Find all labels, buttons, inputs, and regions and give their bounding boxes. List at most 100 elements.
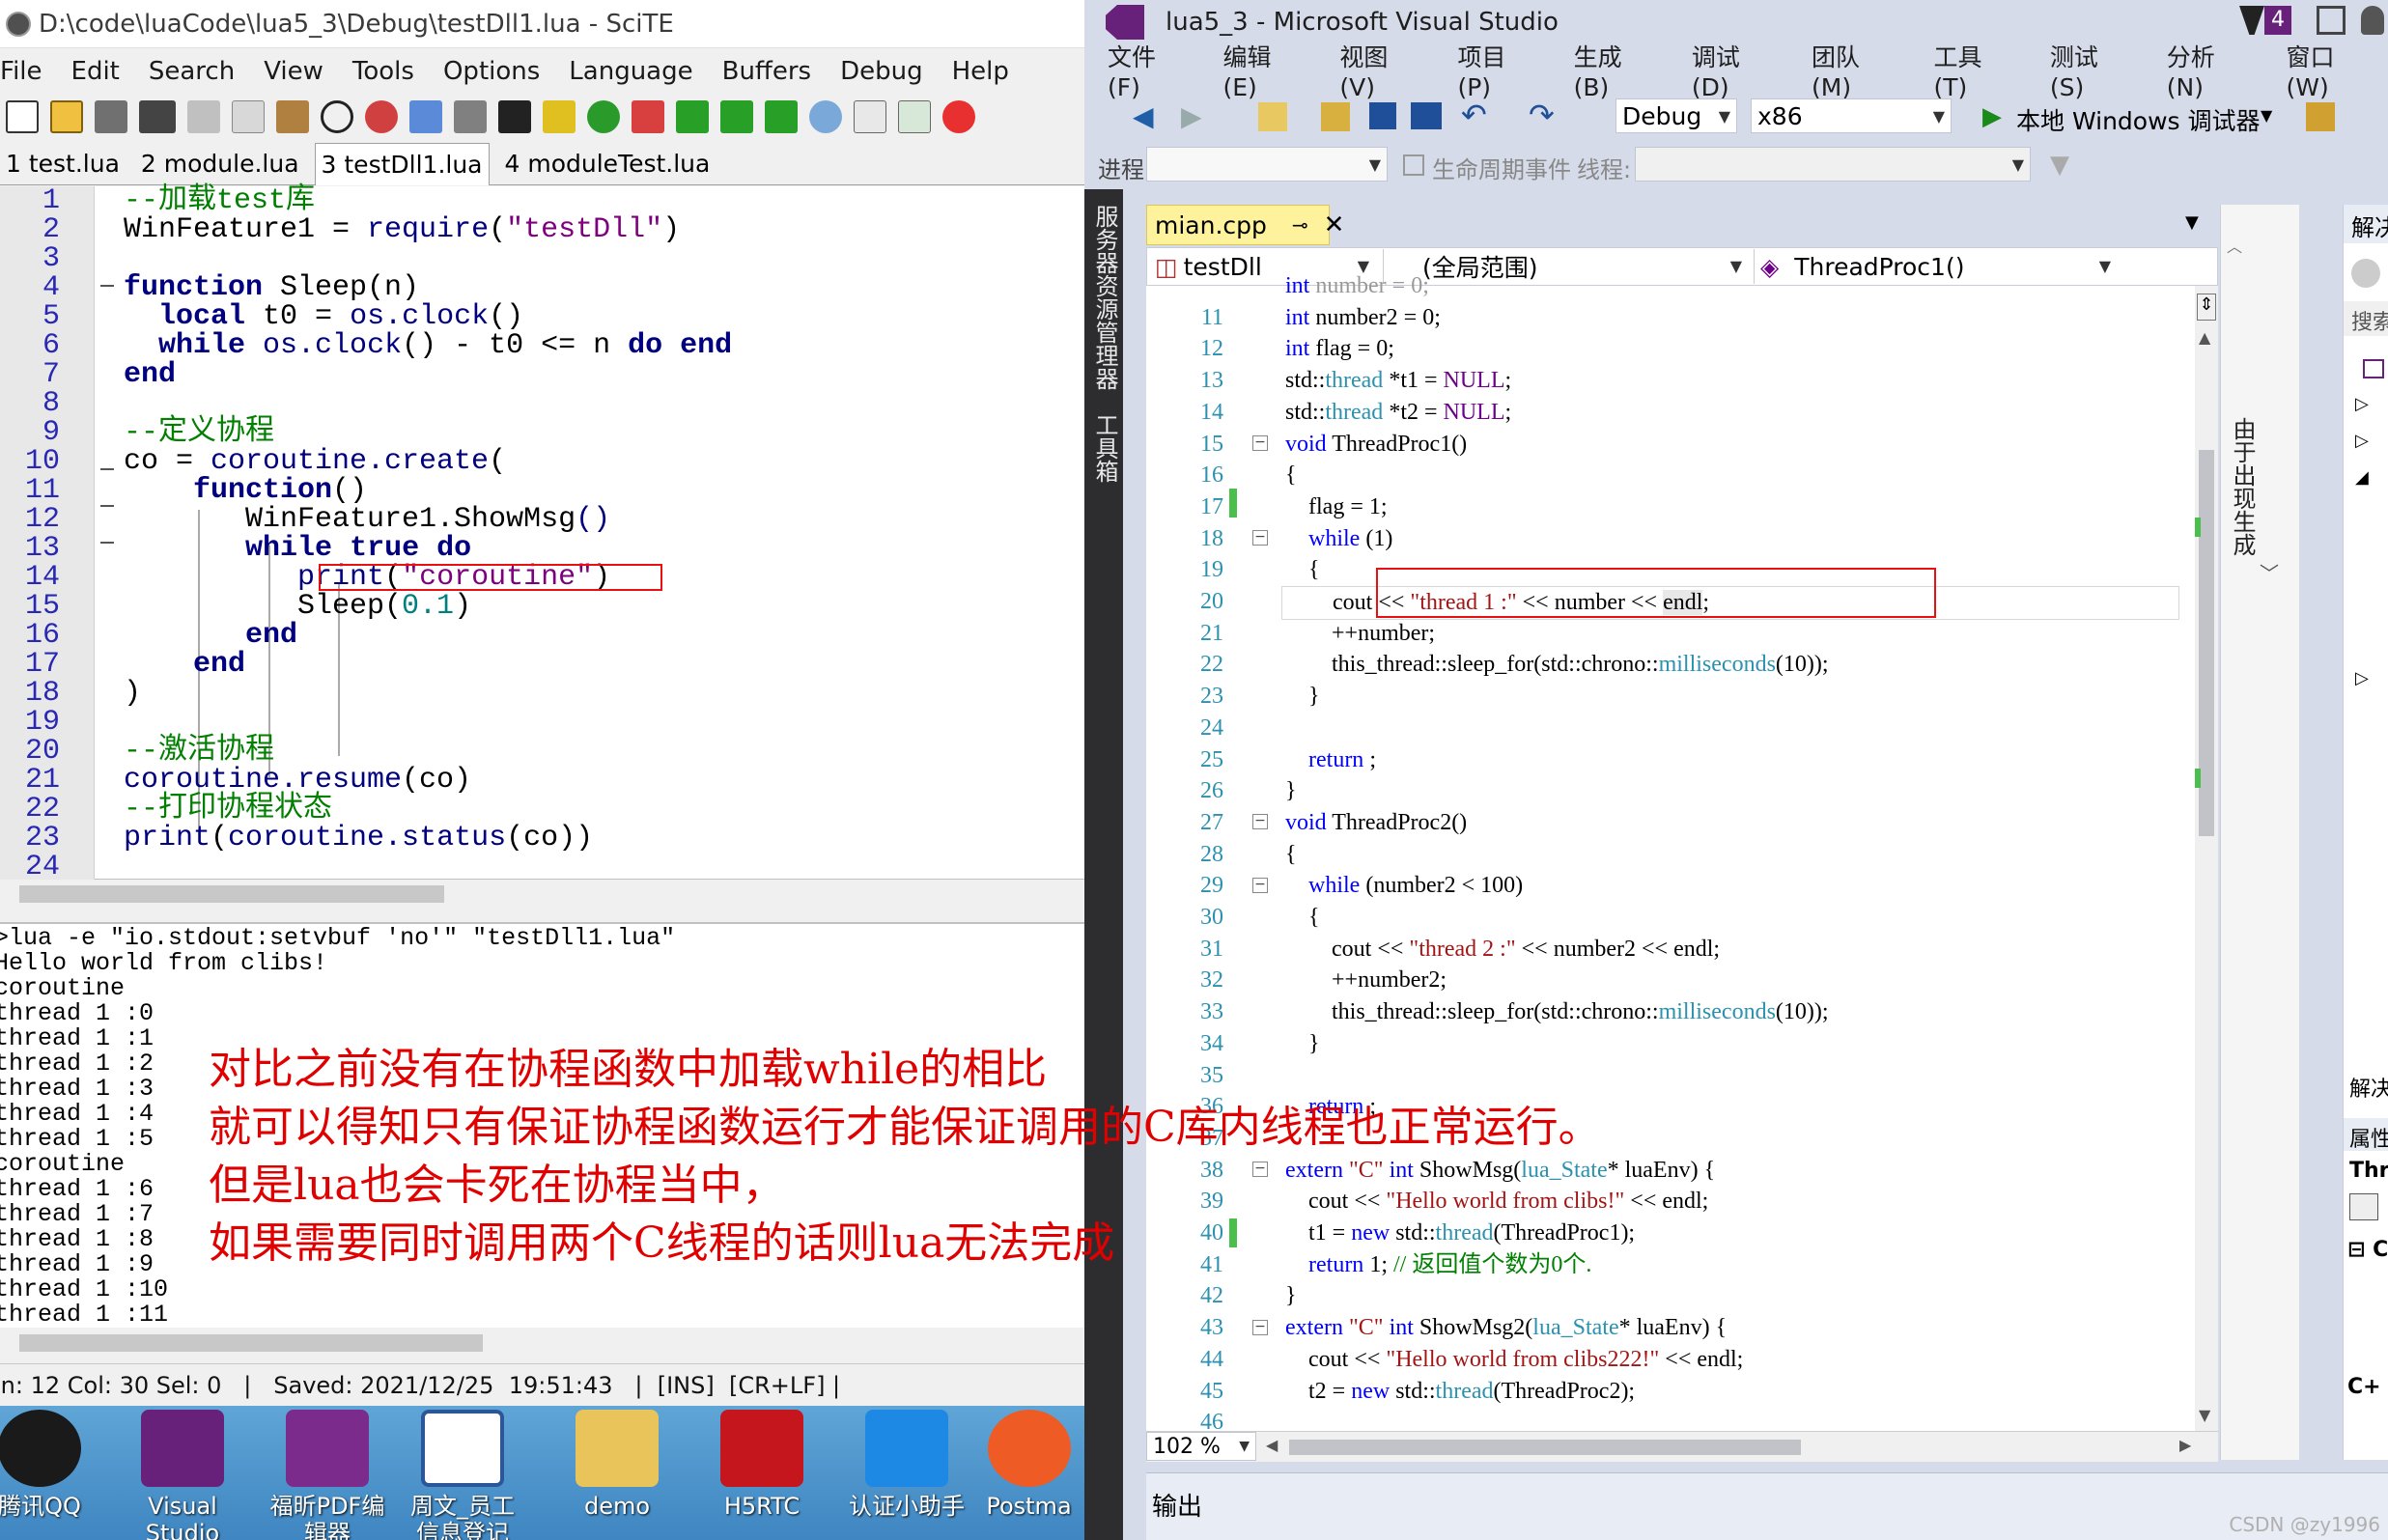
fold-toggle[interactable]: − [1252, 435, 1268, 451]
menu-tools[interactable]: Tools [352, 57, 414, 86]
paste-icon[interactable] [276, 100, 309, 133]
scrollbar-thumb[interactable] [2199, 450, 2214, 836]
menu-view[interactable]: View [264, 57, 323, 86]
desktop-shortcut-pdf-editor[interactable]: 福昕PDF编辑器 [265, 1410, 390, 1540]
menu-debug[interactable]: Debug [840, 57, 923, 86]
chevron-down-icon[interactable]: ﹀ [2260, 558, 2279, 586]
solution-explorer-header[interactable]: 解决 [2344, 205, 2388, 243]
scroll-up-icon[interactable]: ▲ [2199, 328, 2210, 347]
new-project-icon[interactable] [1258, 102, 1287, 131]
document-tab-mian-cpp[interactable]: mian.cpp ⊸ ✕ [1146, 205, 1344, 245]
vs-menu-tools[interactable]: 工具(T) [1934, 39, 2013, 101]
fold-marker[interactable] [100, 285, 114, 287]
desktop-shortcut-qq[interactable]: 腾讯QQ [0, 1410, 102, 1520]
desktop-shortcut-postman[interactable]: Postma [973, 1410, 1084, 1520]
vs-menu-test[interactable]: 测试(S) [2050, 39, 2130, 101]
tab-test-lua[interactable]: 1 test.lua [0, 143, 126, 185]
editor-horizontal-scrollbar[interactable] [0, 882, 1084, 907]
forward-icon[interactable]: ▶ [1181, 100, 1202, 132]
vs-menu-edit[interactable]: 编辑(E) [1222, 39, 1303, 101]
step-into-icon[interactable] [720, 100, 753, 133]
menu-search[interactable]: Search [149, 57, 235, 86]
cut-icon[interactable] [187, 100, 220, 133]
replace-icon[interactable] [365, 100, 398, 133]
menu-buffers[interactable]: Buffers [722, 57, 811, 86]
menu-options[interactable]: Options [443, 57, 540, 86]
watch-icon[interactable] [809, 100, 842, 133]
fold-toggle[interactable]: − [1252, 1320, 1268, 1335]
attach-icon[interactable] [2306, 102, 2335, 131]
build-icon[interactable] [543, 100, 576, 133]
search-input[interactable]: 搜索 [2344, 301, 2388, 336]
menu-edit[interactable]: Edit [71, 57, 120, 86]
vs-menu-debug[interactable]: 调试(D) [1692, 39, 1775, 101]
stack-icon[interactable] [898, 100, 931, 133]
expand-arrow-icon[interactable]: ▷ [2355, 394, 2369, 414]
print-icon[interactable] [139, 100, 176, 133]
find-icon[interactable] [321, 100, 353, 133]
save-icon[interactable] [95, 100, 127, 133]
step-out-icon[interactable] [765, 100, 798, 133]
compile-icon[interactable] [409, 100, 442, 133]
solution-explorer-tab[interactable]: 解决 [2344, 1070, 2388, 1102]
fold-toggle[interactable]: − [1252, 814, 1268, 829]
platform-dropdown[interactable]: x86 ▼ [1751, 98, 1952, 133]
notification-badge[interactable]: 4 [2264, 6, 2291, 35]
scrollbar-thumb[interactable] [19, 885, 444, 903]
fold-marker[interactable] [100, 468, 114, 470]
copy-icon[interactable] [232, 100, 265, 133]
vs-menu-view[interactable]: 视图(V) [1339, 39, 1420, 101]
menu-help[interactable]: Help [952, 57, 1009, 86]
horizontal-scrollbar-thumb[interactable] [1289, 1440, 1801, 1455]
account-icon[interactable] [2361, 6, 2384, 35]
close-icon[interactable]: ✕ [1324, 210, 1345, 239]
feedback-icon[interactable] [2317, 6, 2346, 35]
debug-gear-icon[interactable] [587, 100, 620, 133]
filter-icon[interactable]: ▼ [2050, 151, 2069, 180]
kill-icon[interactable] [942, 100, 975, 133]
open-folder-icon[interactable] [50, 100, 83, 133]
scrollbar-thumb[interactable] [19, 1334, 483, 1352]
tab-moduletest-lua[interactable]: 4 moduleTest.lua [499, 143, 716, 185]
scope-dropdown[interactable]: (全局范围) ▼ [1383, 249, 1748, 284]
fold-marker[interactable] [100, 542, 114, 544]
output-horizontal-scrollbar[interactable] [0, 1330, 1084, 1356]
start-debugger-button[interactable]: 本地 Windows 调试器 [2016, 102, 2261, 137]
desktop-shortcut-auth-helper[interactable]: 认证小助手 [844, 1410, 969, 1520]
tab-module-lua[interactable]: 2 module.lua [135, 143, 305, 185]
save-icon[interactable] [1369, 102, 1396, 129]
save-all-icon[interactable] [1411, 102, 1442, 129]
desktop-shortcut-demo[interactable]: demo [554, 1410, 680, 1520]
vs-menu-window[interactable]: 窗口(W) [2286, 39, 2374, 101]
open-icon[interactable] [1321, 102, 1350, 131]
collapse-arrow-icon[interactable]: ◢ [2355, 467, 2369, 488]
lifecycle-events-button[interactable]: 生命周期事件 [1432, 151, 1571, 184]
pin-icon[interactable]: ⊸ [1292, 213, 1308, 237]
back-icon[interactable] [2351, 259, 2380, 288]
toolbox-tab[interactable]: 工具箱 [1091, 413, 1118, 483]
fold-toggle[interactable]: − [1252, 878, 1268, 893]
vs-menu-file[interactable]: 文件(F) [1108, 39, 1186, 101]
console-icon[interactable] [498, 100, 531, 133]
back-icon[interactable]: ◀ [1133, 100, 1154, 132]
expand-arrow-icon[interactable]: ▷ [2355, 668, 2369, 688]
redo-icon[interactable]: ↷ [1529, 97, 1555, 133]
step-over-icon[interactable] [676, 100, 709, 133]
configuration-dropdown[interactable]: Debug ▼ [1615, 98, 1737, 133]
stop-icon[interactable] [454, 100, 487, 133]
scroll-right-icon[interactable]: ▶ [2179, 1436, 2191, 1454]
split-icon[interactable]: ⇕ [2197, 294, 2216, 321]
member-dropdown[interactable]: ◈ ThreadProc1() ▼ [1754, 249, 2117, 284]
process-dropdown[interactable]: ▼ [1146, 147, 1388, 182]
chevron-up-icon[interactable]: ︿ [2227, 234, 2242, 257]
server-explorer-tab[interactable]: 服务器资源管理器 [1091, 205, 1118, 390]
property-group[interactable]: ⊟ C [2347, 1238, 2388, 1262]
scite-code-editor[interactable]: 1 2 3 4 5 6 7 8 9 10 11 12 13 14 15 16 17 18 19 20 21 22 23 24 … [0, 186, 1084, 882]
desktop-shortcut-word-doc[interactable]: 周文_员工信息登记表... [400, 1410, 525, 1540]
fold-toggle[interactable]: − [1252, 1162, 1268, 1177]
vs-code-editor[interactable]: int number = 0; int number2 = 0; int fla… [1146, 273, 2218, 1435]
desktop-shortcut-h5rtc[interactable]: H5RTC [699, 1410, 825, 1520]
chevron-down-icon[interactable]: ▼ [2185, 212, 2199, 233]
vs-menu-analyze[interactable]: 分析(N) [2167, 39, 2250, 101]
menu-language[interactable]: Language [569, 57, 692, 86]
